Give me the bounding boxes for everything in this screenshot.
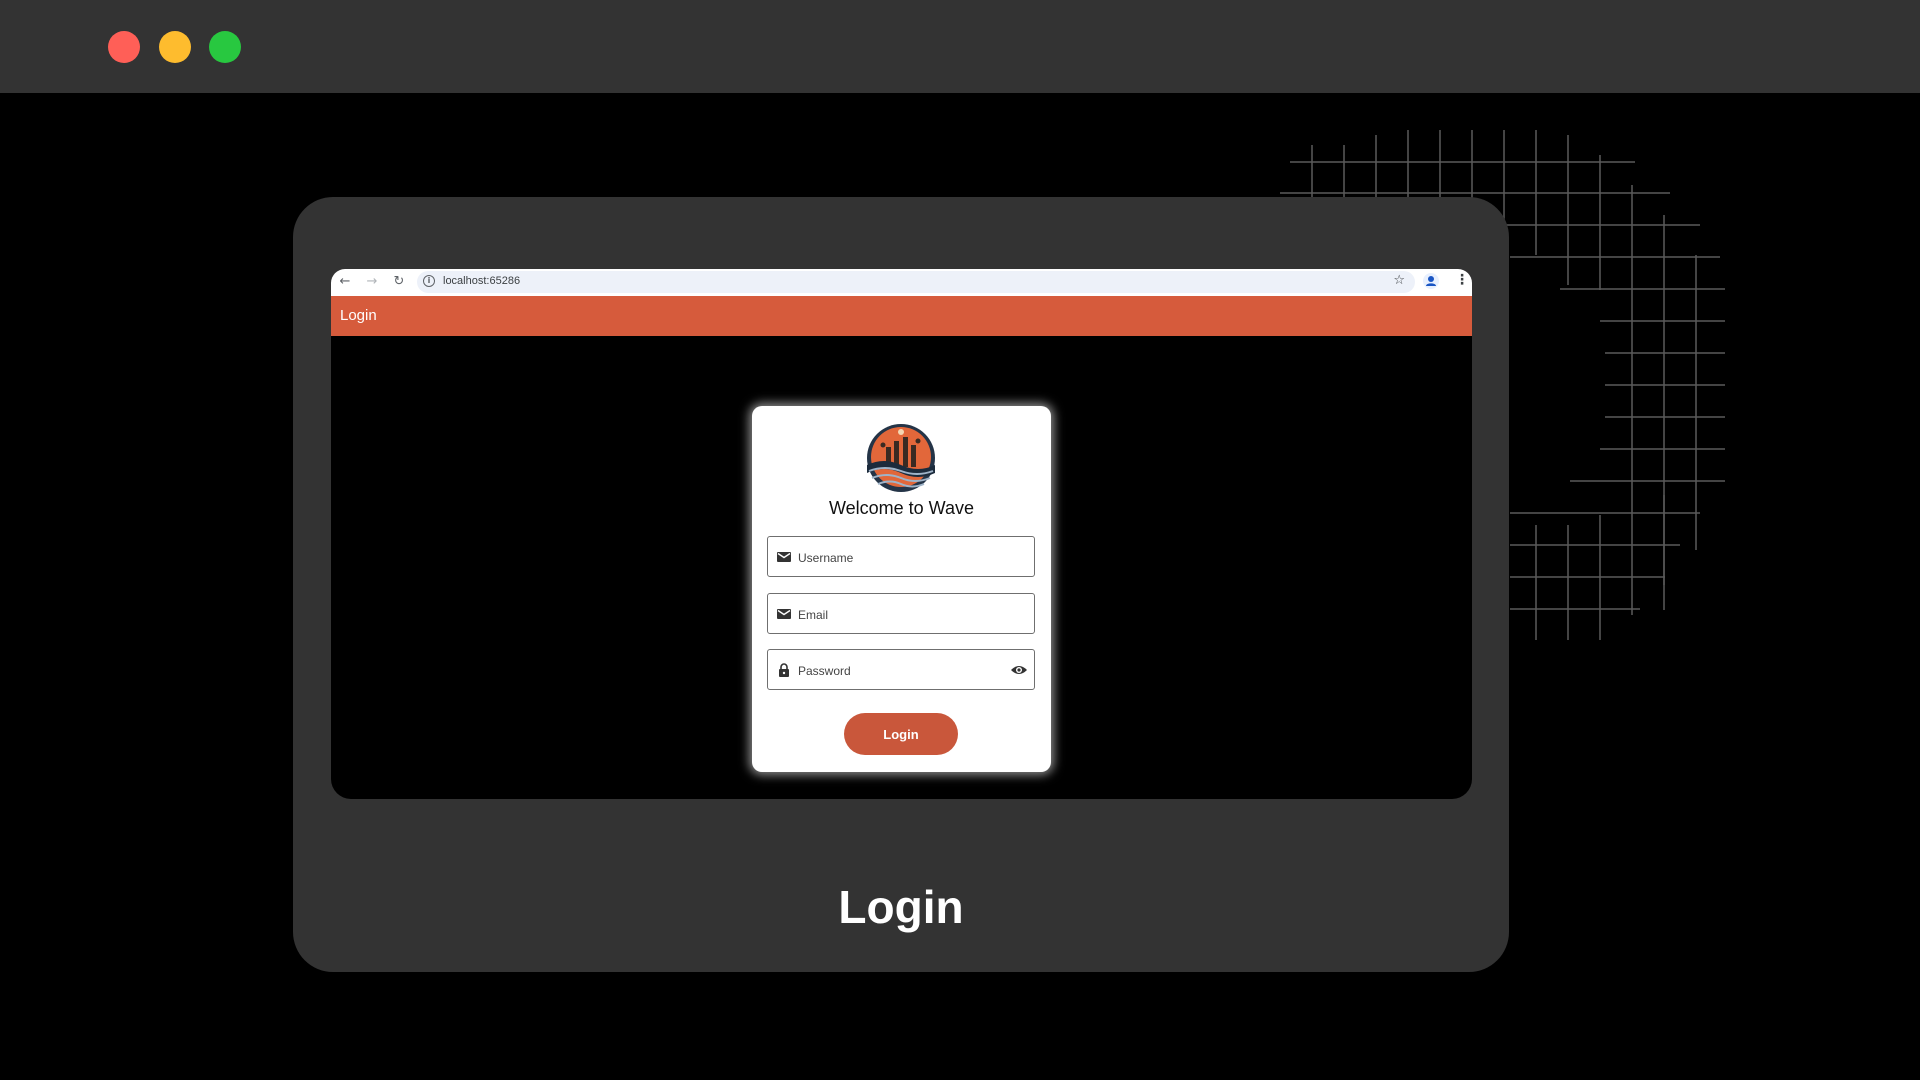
window-titlebar <box>0 0 1920 93</box>
forward-arrow-icon[interactable]: → <box>364 274 380 290</box>
mail-icon <box>777 552 791 562</box>
site-info-icon[interactable]: i <box>423 275 435 287</box>
minimize-window-button[interactable] <box>159 31 191 63</box>
email-field[interactable]: Email <box>767 593 1035 634</box>
appbar-title: Login <box>340 307 377 324</box>
username-field[interactable]: Username <box>767 536 1035 577</box>
profile-icon[interactable] <box>1423 273 1439 289</box>
email-label: Email <box>798 608 829 622</box>
browser-window: ← → ↻ i localhost:65286 ☆ ⋮ Login Welcom… <box>331 269 1472 799</box>
lock-icon <box>779 663 789 677</box>
browser-toolbar: ← → ↻ i localhost:65286 ☆ ⋮ <box>331 269 1472 296</box>
username-label: Username <box>798 551 854 565</box>
app-bar: Login <box>331 296 1472 336</box>
maximize-window-button[interactable] <box>209 31 241 63</box>
url-text: localhost:65286 <box>443 275 521 287</box>
welcome-heading: Welcome to Wave <box>828 498 975 518</box>
password-field[interactable]: Password <box>767 649 1035 690</box>
address-bar[interactable]: i localhost:65286 ☆ <box>417 271 1415 293</box>
menu-icon[interactable]: ⋮ <box>1455 272 1469 288</box>
mail-icon <box>777 609 791 619</box>
back-arrow-icon[interactable]: ← <box>337 274 353 290</box>
bookmark-star-icon[interactable]: ☆ <box>1393 273 1405 288</box>
close-window-button[interactable] <box>108 31 140 63</box>
show-password-eye-icon[interactable] <box>1010 662 1028 678</box>
reload-icon[interactable]: ↻ <box>391 274 407 290</box>
caption-title: Login <box>838 881 964 933</box>
password-label: Password <box>798 664 851 678</box>
login-card: Welcome to Wave Username Email Password <box>752 406 1051 772</box>
wave-logo <box>867 424 935 492</box>
login-button[interactable]: Login <box>844 713 958 755</box>
